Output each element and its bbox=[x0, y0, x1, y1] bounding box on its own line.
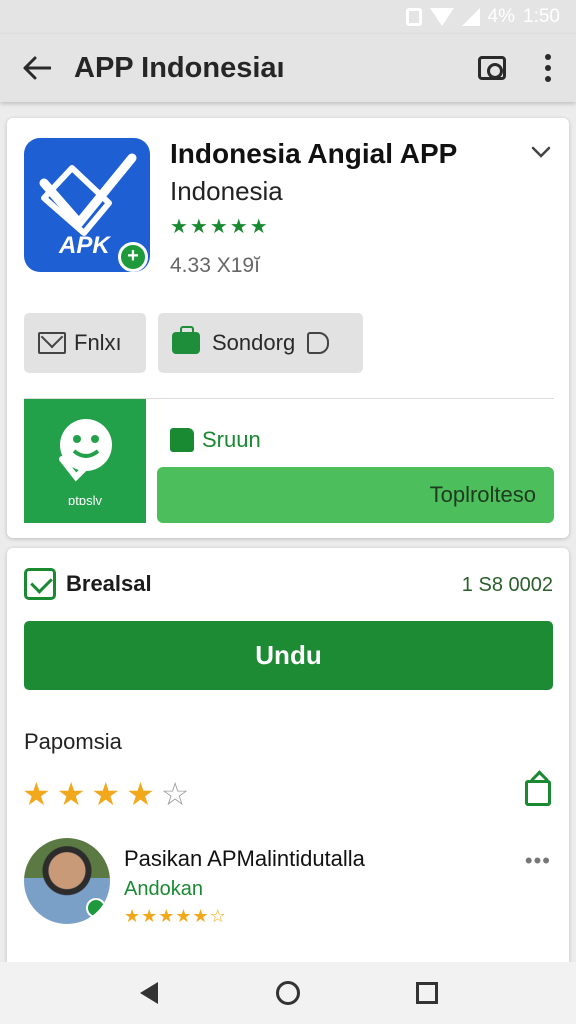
download-card: Brealsal 1 S8 0002 Undu Papomsia ★ ★ ★ ★… bbox=[7, 548, 569, 968]
signal-icon bbox=[461, 8, 480, 26]
reviewer-subtitle: Andokan bbox=[124, 878, 203, 900]
reviewer-name: Pasikan APMalintidutalla bbox=[124, 846, 365, 871]
download-count: 1 S8 0002 bbox=[461, 574, 553, 596]
app-developer[interactable]: Indonesia bbox=[170, 176, 283, 207]
app-info-card: APK + Indonesia Angial APP Indonesia ★★★… bbox=[7, 118, 569, 538]
apk-label: APK bbox=[59, 232, 110, 259]
rating-section-title: Papomsia bbox=[24, 729, 122, 754]
star-empty-icon[interactable]: ☆ bbox=[161, 778, 190, 810]
system-nav-bar bbox=[0, 962, 576, 1024]
promo-section: ɒtɒslv Sruun Toplrolteso bbox=[24, 398, 554, 523]
app-icon[interactable]: APK + bbox=[24, 138, 150, 272]
tag-icon bbox=[307, 332, 330, 354]
thumbs-up-icon bbox=[170, 428, 194, 452]
smiley-pin-icon bbox=[59, 419, 112, 482]
back-button[interactable] bbox=[0, 34, 74, 102]
promo-like[interactable]: Sruun bbox=[170, 427, 261, 453]
review-more-button[interactable]: ••• bbox=[525, 848, 551, 874]
promo-like-label: Sruun bbox=[202, 427, 261, 452]
review-item: Pasikan APMalintidutalla Andokan ★★★★★☆ … bbox=[24, 838, 553, 928]
star-icon[interactable]: ★ bbox=[57, 778, 86, 810]
chip-send-label: Sondorg bbox=[212, 330, 296, 355]
app-name: Indonesia Angial APP bbox=[170, 138, 458, 169]
star-icon[interactable]: ★ bbox=[22, 778, 51, 810]
nav-back-button[interactable] bbox=[119, 962, 179, 1024]
page-title: APP Indonesiaı bbox=[74, 51, 285, 84]
vibrate-icon bbox=[405, 8, 422, 26]
nav-recents-button[interactable] bbox=[397, 962, 457, 1024]
camera-icon bbox=[478, 56, 506, 80]
promo-icon-label: ɒtɒslv bbox=[68, 493, 102, 508]
more-options-button[interactable] bbox=[520, 34, 576, 102]
battery-text: 4% bbox=[487, 6, 516, 27]
star-half-icon[interactable]: ★ bbox=[126, 778, 155, 810]
review-stars: ★★★★★☆ bbox=[124, 906, 227, 926]
download-button[interactable]: Undu bbox=[24, 621, 553, 690]
mail-icon bbox=[38, 332, 66, 354]
chip-send[interactable]: Sondorg bbox=[158, 313, 363, 373]
promo-action-button[interactable]: Toplrolteso bbox=[157, 467, 554, 523]
square-recents-icon bbox=[415, 982, 438, 1004]
promo-app-icon[interactable]: ɒtɒslv bbox=[24, 399, 146, 523]
app-rating-text: 4.33 X19ĭ bbox=[170, 254, 260, 277]
share-icon[interactable] bbox=[525, 780, 551, 806]
rating-stars[interactable]: ★ ★ ★ ★ ☆ bbox=[22, 778, 189, 810]
status-time: 1:50 bbox=[523, 6, 560, 27]
section-header: Brealsal bbox=[24, 568, 152, 600]
circle-home-icon bbox=[275, 981, 300, 1005]
section-header-label: Brealsal bbox=[66, 571, 152, 596]
camera-button[interactable] bbox=[464, 34, 520, 102]
triangle-back-icon bbox=[140, 982, 159, 1004]
more-vert-icon bbox=[545, 54, 551, 82]
checkbox-checked-icon bbox=[24, 568, 56, 600]
chevron-down-icon[interactable] bbox=[529, 140, 553, 164]
bag-icon bbox=[172, 326, 200, 354]
star-icon[interactable]: ★ bbox=[91, 778, 120, 810]
avatar[interactable] bbox=[24, 838, 110, 924]
nav-home-button[interactable] bbox=[258, 962, 318, 1024]
app-bar: APP Indonesiaı bbox=[0, 34, 576, 102]
app-stars: ★★★★★ bbox=[170, 216, 270, 238]
chip-mail-label: Fnlxı bbox=[74, 330, 122, 355]
arrow-left-icon bbox=[23, 56, 51, 80]
verified-badge-icon bbox=[86, 898, 106, 918]
chip-mail[interactable]: Fnlxı bbox=[24, 313, 146, 373]
plus-badge-icon: + bbox=[118, 242, 148, 272]
status-bar: 4% 1:50 bbox=[0, 0, 576, 34]
wifi-icon bbox=[429, 8, 454, 26]
